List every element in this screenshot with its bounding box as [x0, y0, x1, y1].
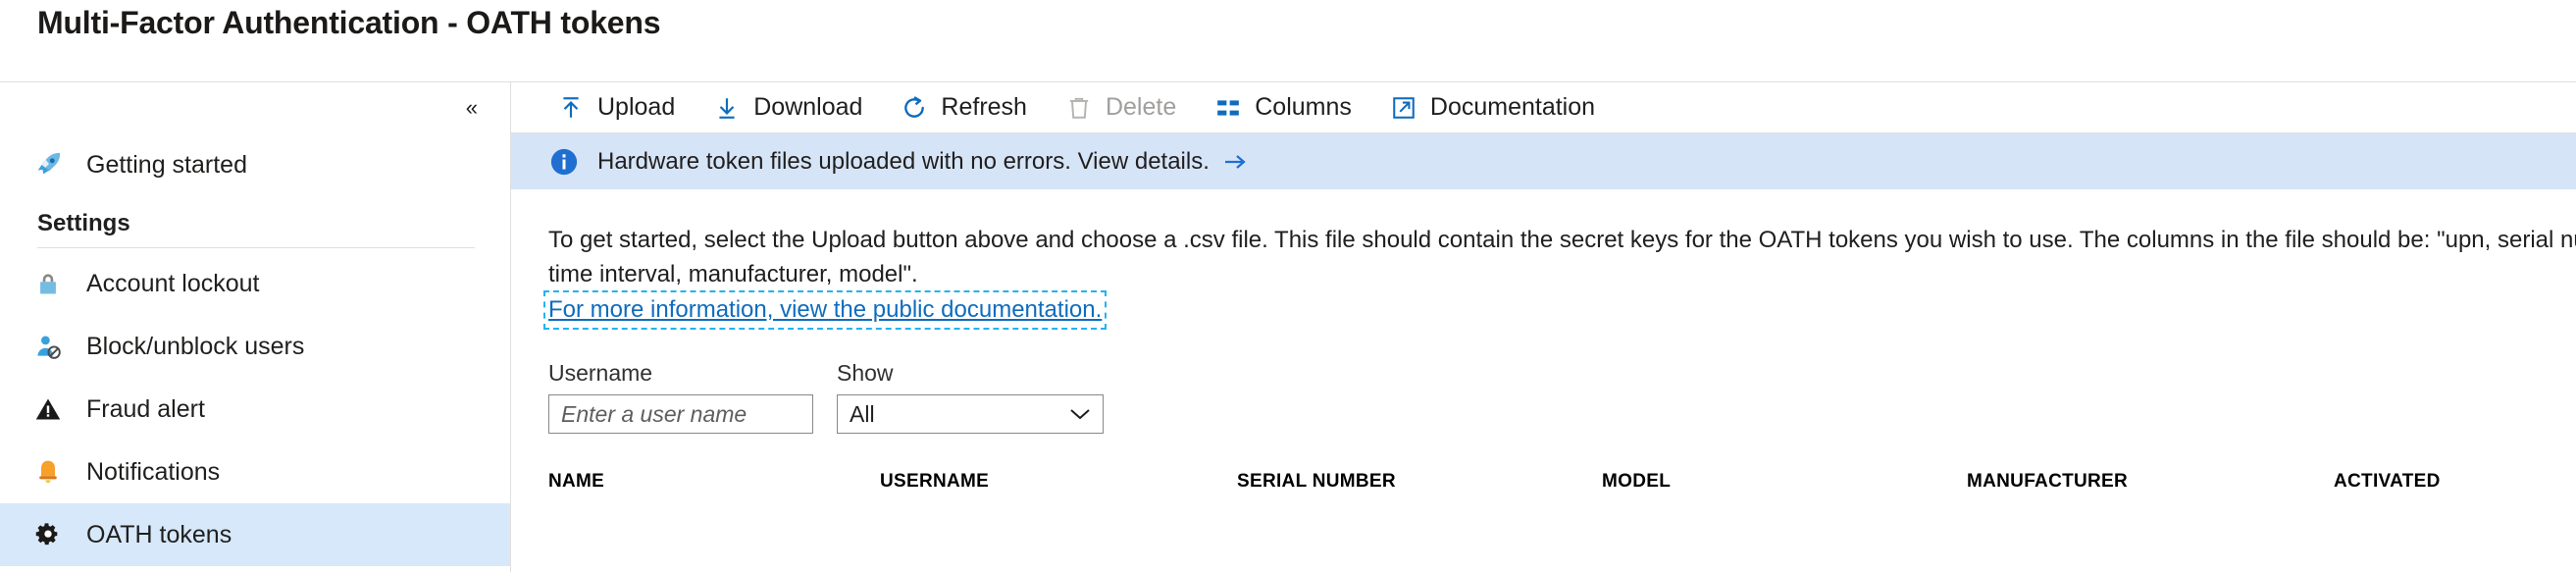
command-label: Columns	[1255, 93, 1352, 121]
info-message-text: Hardware token files uploaded with no er…	[597, 147, 1210, 175]
lock-icon	[31, 267, 65, 300]
warning-triangle-icon	[31, 392, 65, 426]
column-header-manufacturer[interactable]: MANUFACTURER	[1967, 471, 2334, 493]
content-area: Upload Download Refresh Delete Columns D…	[511, 82, 2576, 572]
upload-arrow-icon	[556, 93, 586, 123]
show-field-group: Show All	[837, 360, 1104, 434]
sidebar: « Getting started Settings Account locko…	[0, 82, 511, 572]
command-label: Download	[753, 93, 863, 121]
info-circle-icon	[548, 146, 580, 178]
arrow-right-icon[interactable]	[1223, 152, 1249, 172]
page-header: Multi-Factor Authentication - OATH token…	[0, 0, 2576, 82]
sidebar-collapse-row: «	[0, 82, 510, 133]
sidebar-item-oath-tokens[interactable]: OATH tokens	[0, 503, 510, 566]
tokens-table-header: NAME USERNAME SERIAL NUMBER MODEL MANUFA…	[511, 471, 2576, 493]
bell-icon	[31, 455, 65, 489]
chevron-down-icon	[1069, 403, 1091, 425]
command-label: Upload	[597, 93, 676, 121]
column-header-username[interactable]: USERNAME	[880, 471, 1237, 493]
sidebar-item-notifications[interactable]: Notifications	[0, 441, 510, 503]
sidebar-item-label: Block/unblock users	[86, 332, 305, 360]
sidebar-item-label: Notifications	[86, 457, 221, 486]
show-select[interactable]: All	[837, 394, 1104, 434]
chevron-double-left-icon[interactable]: «	[462, 95, 482, 121]
username-input[interactable]	[548, 394, 813, 434]
sidebar-item-label: Getting started	[86, 150, 247, 179]
command-bar: Upload Download Refresh Delete Columns D…	[511, 82, 2576, 133]
sidebar-item-account-lockout[interactable]: Account lockout	[0, 252, 510, 315]
delete-button: Delete	[1049, 82, 1192, 133]
command-label: Delete	[1105, 93, 1177, 121]
info-message-bar: Hardware token files uploaded with no er…	[511, 133, 2576, 189]
user-block-icon	[31, 330, 65, 363]
column-header-serial-number[interactable]: SERIAL NUMBER	[1237, 471, 1602, 493]
command-label: Refresh	[941, 93, 1027, 121]
filter-row: Username Show All	[511, 360, 2576, 434]
upload-button[interactable]: Upload	[541, 82, 691, 133]
documentation-button[interactable]: Documentation	[1373, 82, 1611, 133]
body-split: « Getting started Settings Account locko…	[0, 82, 2576, 572]
columns-button[interactable]: Columns	[1198, 82, 1367, 133]
rocket-icon	[31, 148, 65, 182]
external-link-icon	[1389, 93, 1418, 123]
trash-can-icon	[1064, 93, 1094, 123]
username-label: Username	[548, 360, 653, 386]
sidebar-item-label: OATH tokens	[86, 520, 232, 548]
description-line-2: time interval, manufacturer, model".	[548, 261, 918, 287]
column-header-name[interactable]: NAME	[548, 471, 880, 493]
column-header-activated[interactable]: ACTIVATED	[2334, 471, 2569, 493]
username-field-group: Username	[548, 360, 813, 434]
download-button[interactable]: Download	[696, 82, 878, 133]
sidebar-section-label: Settings	[37, 210, 130, 236]
column-header-model[interactable]: MODEL	[1602, 471, 1967, 493]
download-arrow-icon	[712, 93, 742, 123]
sidebar-item-label: Fraud alert	[86, 394, 205, 423]
sidebar-item-block-unblock-users[interactable]: Block/unblock users	[0, 315, 510, 378]
sidebar-item-fraud-alert[interactable]: Fraud alert	[0, 378, 510, 441]
description-block: To get started, select the Upload button…	[511, 189, 2576, 330]
refresh-circular-icon	[900, 93, 929, 123]
refresh-button[interactable]: Refresh	[884, 82, 1043, 133]
sidebar-divider	[37, 247, 475, 248]
page-title: Multi-Factor Authentication - OATH token…	[37, 5, 661, 40]
gear-icon	[31, 518, 65, 551]
sidebar-item-getting-started[interactable]: Getting started	[0, 133, 510, 196]
show-select-value: All	[850, 400, 875, 427]
columns-grid-icon	[1213, 93, 1243, 123]
show-label: Show	[837, 360, 894, 386]
sidebar-item-label: Account lockout	[86, 269, 260, 297]
description-line-1: To get started, select the Upload button…	[548, 227, 2576, 253]
show-select-wrapper: All	[837, 394, 1104, 434]
public-documentation-link[interactable]: For more information, view the public do…	[542, 290, 1108, 330]
command-label: Documentation	[1429, 93, 1596, 121]
